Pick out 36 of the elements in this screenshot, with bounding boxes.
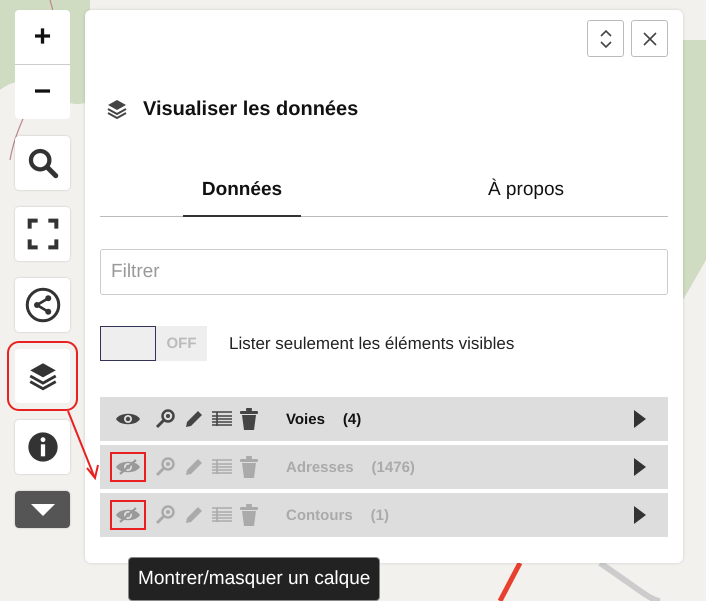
- caret-down-icon: [30, 504, 54, 516]
- filter-input-field[interactable]: Filtrer: [100, 249, 668, 295]
- layers-button[interactable]: [15, 349, 70, 403]
- close-button[interactable]: [631, 20, 668, 57]
- annotation-arrow: [66, 410, 100, 480]
- chevrons-up-down-icon: [598, 28, 612, 50]
- share-icon: [24, 287, 60, 323]
- layers-icon: [105, 97, 129, 121]
- table-icon[interactable]: [212, 411, 232, 427]
- more-controls-button[interactable]: [15, 491, 70, 528]
- fullscreen-icon: [26, 218, 58, 250]
- pencil-icon[interactable]: [184, 409, 204, 429]
- caret-right-icon[interactable]: [634, 410, 646, 428]
- close-icon: [642, 32, 656, 46]
- panel-title: Visualiser les données: [143, 98, 358, 120]
- toggle-visibility-button[interactable]: [110, 500, 146, 530]
- info-icon: [26, 431, 58, 463]
- tab[interactable]: À propos: [467, 173, 585, 217]
- layer-name: Voies: [286, 410, 325, 428]
- toggle-label: Lister seulement les éléments visibles: [229, 334, 514, 354]
- trash-icon[interactable]: [240, 408, 258, 430]
- layer-row[interactable]: Voies (4): [100, 397, 668, 441]
- caret-right-icon[interactable]: [634, 506, 646, 524]
- zoom-in-button[interactable]: +: [15, 10, 70, 64]
- tooltip: Montrer/masquer un calque: [128, 557, 380, 601]
- zoom-to-layer-icon[interactable]: [154, 408, 176, 430]
- expand-collapse-button[interactable]: [587, 20, 624, 57]
- fullscreen-button[interactable]: [15, 207, 70, 261]
- caret-right-icon[interactable]: [634, 458, 646, 476]
- share-button[interactable]: [15, 278, 70, 332]
- zoom-out-button[interactable]: −: [15, 65, 70, 119]
- toggle-visibility-button[interactable]: [110, 452, 146, 482]
- info-button[interactable]: [15, 420, 70, 474]
- tab[interactable]: Données: [183, 173, 301, 217]
- search-button[interactable]: [15, 136, 70, 190]
- layer-count: (4): [342, 410, 362, 428]
